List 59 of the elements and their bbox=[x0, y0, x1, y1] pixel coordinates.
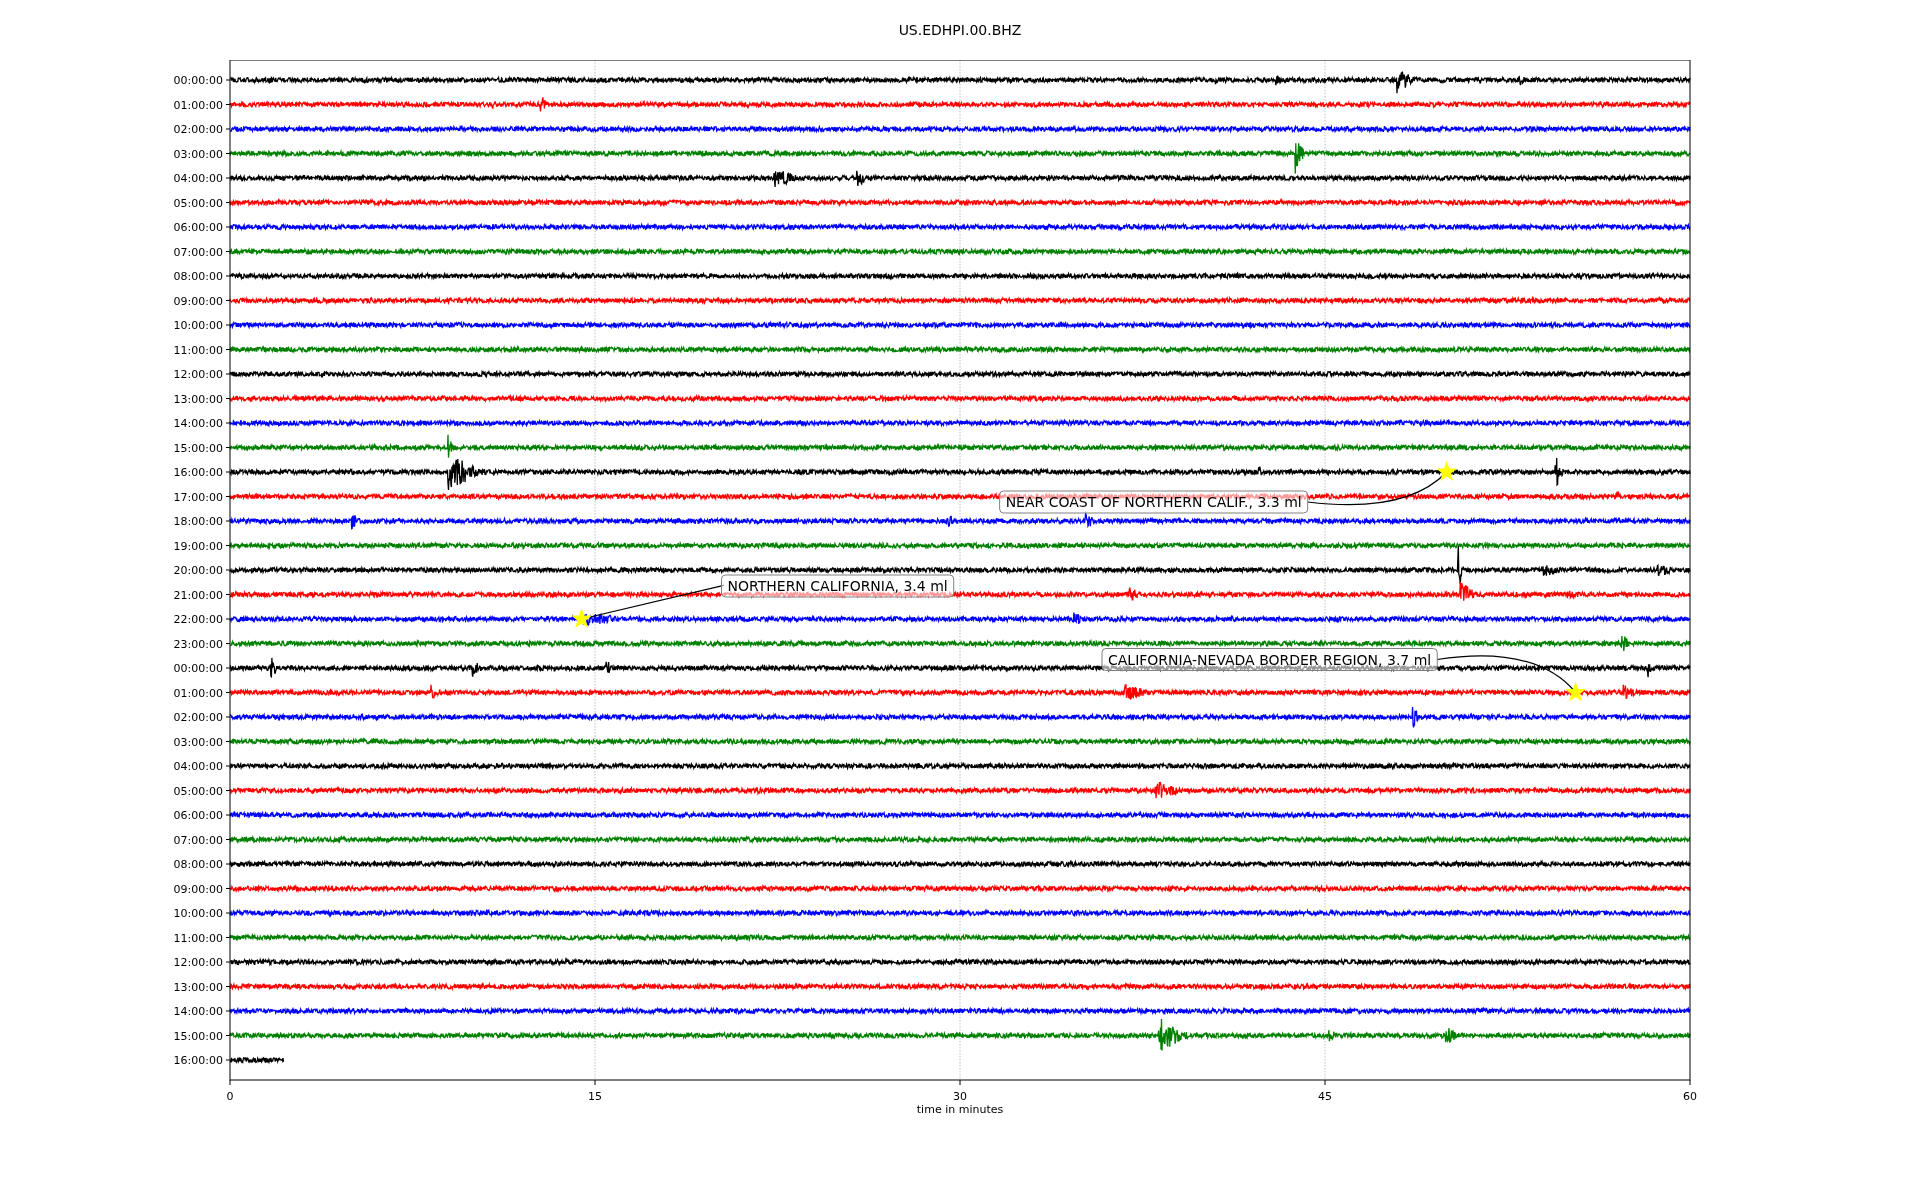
row-label: 06:00:00 bbox=[173, 809, 223, 822]
tick-label: 15 bbox=[588, 1090, 602, 1103]
row-label: 19:00:00 bbox=[173, 539, 223, 553]
axis-label: time in minutes bbox=[916, 1103, 1004, 1116]
tick-mark bbox=[1324, 1079, 1326, 1086]
tick-label: 60 bbox=[1683, 1090, 1697, 1103]
row-label: 05:00:00 bbox=[173, 784, 223, 798]
row-label: 06:00:00 bbox=[173, 221, 223, 234]
row-label: 07:00:00 bbox=[173, 833, 223, 847]
star-icon bbox=[1565, 681, 1587, 702]
row-label: 14:00:00 bbox=[173, 1005, 223, 1018]
tick-label: 45 bbox=[1318, 1090, 1332, 1103]
row-label: 11:00:00 bbox=[173, 931, 223, 945]
star-icon bbox=[1436, 461, 1458, 481]
row-label: 09:00:00 bbox=[173, 294, 223, 308]
row-label: 22:00:00 bbox=[173, 613, 223, 626]
row-label: 11:00:00 bbox=[173, 343, 223, 357]
row-label: 09:00:00 bbox=[173, 882, 223, 896]
row-label: 16:00:00 bbox=[173, 1054, 223, 1067]
row-label: 07:00:00 bbox=[173, 245, 223, 259]
row-label: 15:00:00 bbox=[173, 441, 223, 455]
tick-label: 0 bbox=[226, 1090, 234, 1103]
row-label: 00:00:00 bbox=[173, 662, 223, 675]
row-label: 14:00:00 bbox=[173, 417, 223, 430]
row-label: 05:00:00 bbox=[173, 196, 223, 210]
row-label: 20:00:00 bbox=[173, 564, 223, 577]
row-label: 01:00:00 bbox=[173, 686, 223, 700]
row-label: 12:00:00 bbox=[173, 956, 223, 969]
row-label: 02:00:00 bbox=[173, 711, 223, 724]
row-label: 23:00:00 bbox=[173, 637, 223, 651]
row-label: 00:00:00 bbox=[173, 74, 223, 87]
tick-mark bbox=[959, 1079, 961, 1086]
tick-mark bbox=[594, 1079, 596, 1086]
row-label: 12:00:00 bbox=[173, 368, 223, 381]
row-label: 04:00:00 bbox=[173, 760, 223, 773]
row-label: 17:00:00 bbox=[173, 490, 223, 504]
tick-mark bbox=[1689, 1079, 1691, 1086]
star-icon bbox=[571, 608, 593, 628]
row-label: 21:00:00 bbox=[173, 588, 223, 602]
row-label: 13:00:00 bbox=[173, 980, 223, 994]
event-label: CALIFORNIA-NEVADA BORDER REGION, 3.7 ml bbox=[1101, 648, 1438, 671]
row-label: 08:00:00 bbox=[173, 270, 223, 283]
row-label: 10:00:00 bbox=[173, 319, 223, 332]
row-label: 18:00:00 bbox=[173, 515, 223, 528]
event-label: NEAR COAST OF NORTHERN CALIF., 3.3 ml bbox=[999, 490, 1309, 514]
row-label: 02:00:00 bbox=[173, 123, 223, 136]
row-label: 03:00:00 bbox=[173, 147, 223, 161]
row-label: 04:00:00 bbox=[173, 172, 223, 185]
tick-label: 30 bbox=[953, 1090, 967, 1103]
row-label: 10:00:00 bbox=[173, 907, 223, 920]
row-label: 15:00:00 bbox=[173, 1029, 223, 1043]
row-label: 01:00:00 bbox=[173, 98, 223, 112]
plot-title: US.EDHPI.00.BHZ bbox=[898, 21, 1022, 40]
row-label: 08:00:00 bbox=[173, 858, 223, 871]
row-label: 03:00:00 bbox=[173, 735, 223, 749]
row-label: 13:00:00 bbox=[173, 392, 223, 406]
row-label: 16:00:00 bbox=[173, 466, 223, 479]
event-label: NORTHERN CALIFORNIA, 3.4 ml bbox=[721, 574, 955, 598]
tick-mark bbox=[229, 1079, 231, 1086]
